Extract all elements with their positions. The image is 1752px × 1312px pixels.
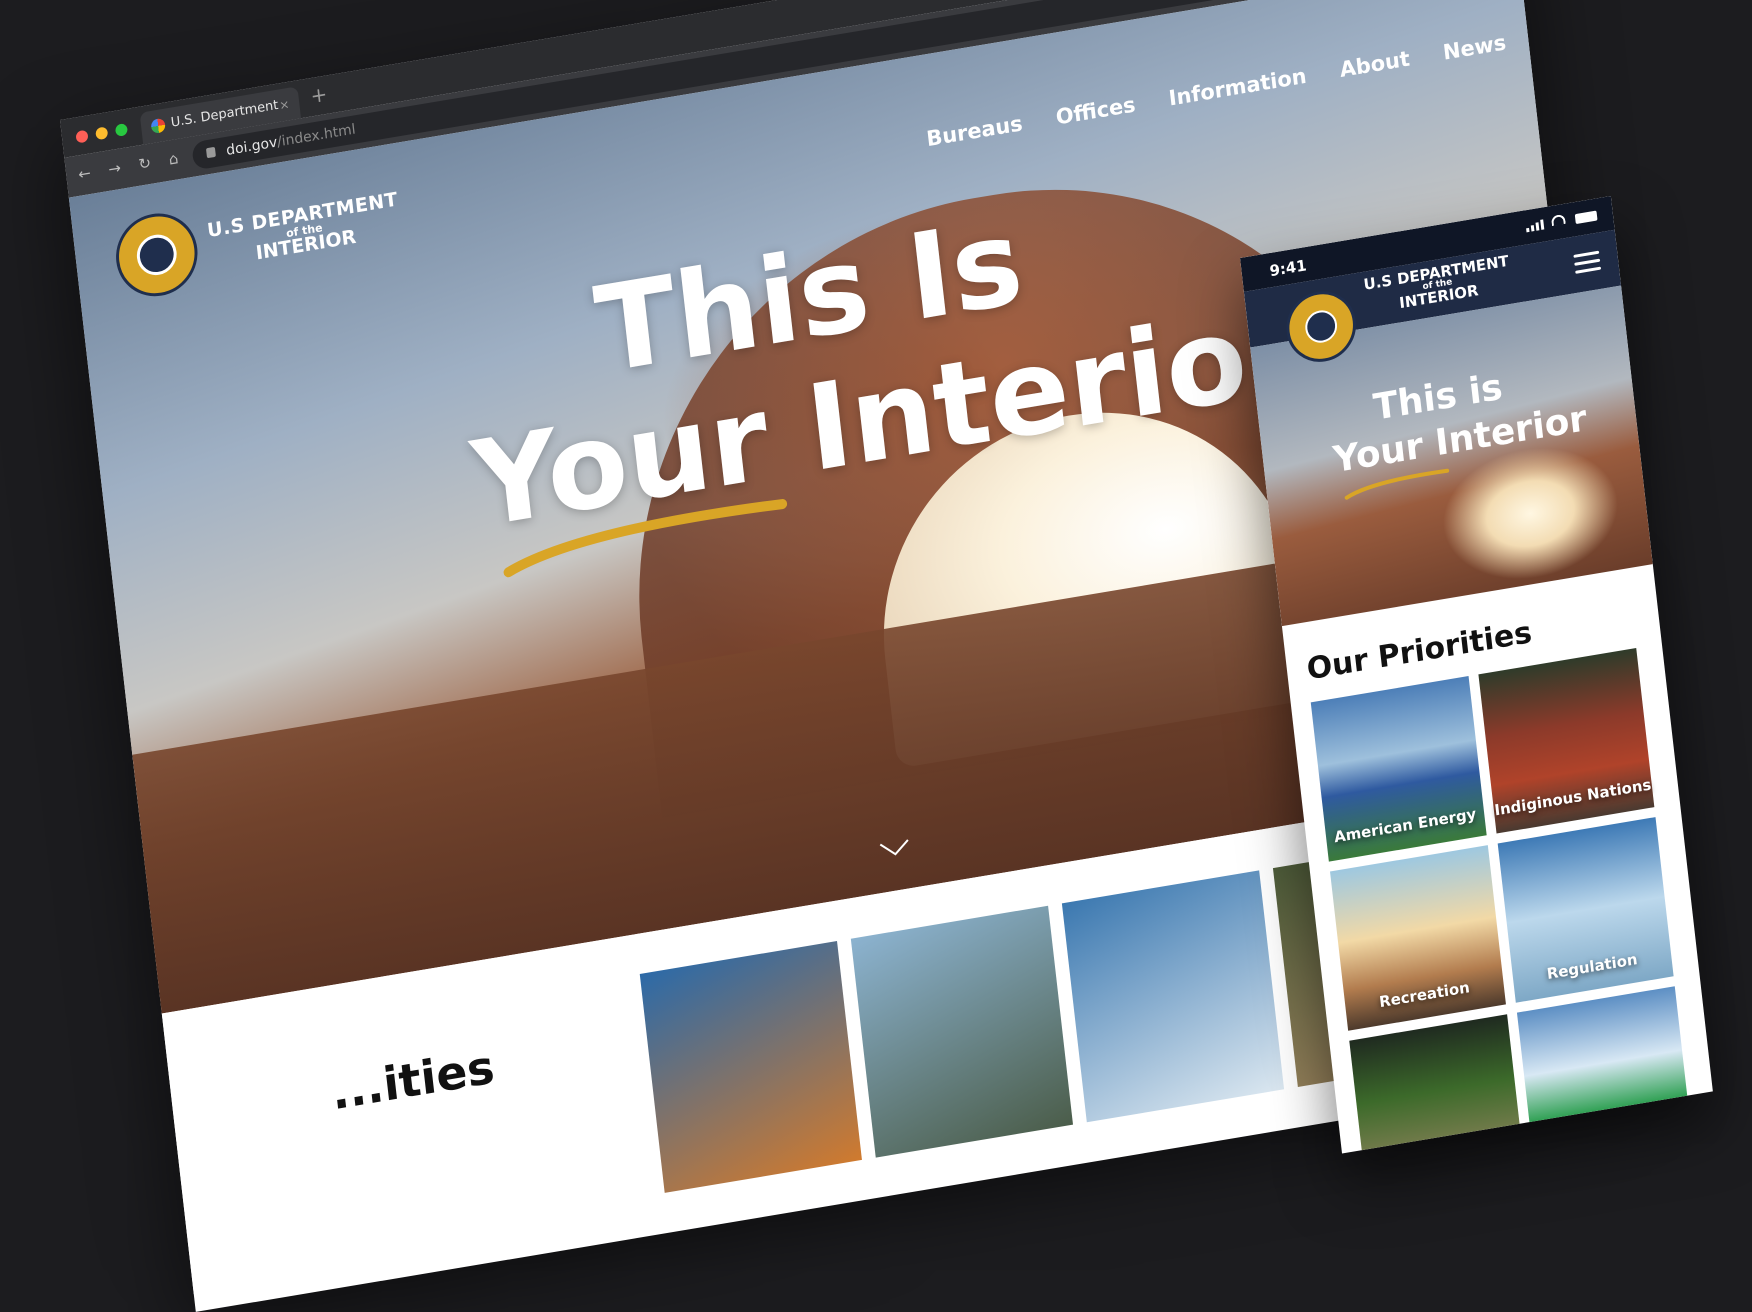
priority-card-regulation[interactable]: Regulation bbox=[1497, 817, 1674, 1003]
priority-card-workforce[interactable] bbox=[1516, 986, 1693, 1154]
google-favicon-icon bbox=[150, 117, 166, 134]
maximize-window-button[interactable] bbox=[114, 123, 129, 137]
reload-icon[interactable]: ↻ bbox=[138, 154, 152, 174]
url-host: doi.gov bbox=[225, 134, 279, 159]
logo-wordmark: U.S DEPARTMENT of the INTERIOR bbox=[206, 188, 402, 271]
priority-thumbnail[interactable] bbox=[639, 941, 862, 1193]
window-controls bbox=[75, 123, 129, 144]
nav-buttons: ← → ↻ ⌂ bbox=[77, 149, 179, 184]
nav-item-offices[interactable]: Offices bbox=[1055, 92, 1137, 129]
signal-icon bbox=[1525, 219, 1545, 233]
priority-card-american-energy[interactable]: American Energy bbox=[1310, 676, 1487, 862]
back-arrow-icon[interactable]: ← bbox=[77, 164, 91, 184]
priority-card-indiginous-nations[interactable]: Indiginous Nations bbox=[1478, 647, 1655, 834]
new-tab-button[interactable]: + bbox=[309, 82, 328, 109]
nav-item-information[interactable]: Information bbox=[1167, 64, 1307, 111]
home-icon[interactable]: ⌂ bbox=[168, 149, 179, 168]
card-label: Recreation bbox=[1378, 978, 1471, 1012]
priority-thumbnail[interactable] bbox=[850, 905, 1074, 1158]
search-icon[interactable] bbox=[1538, 25, 1559, 47]
status-time: 9:41 bbox=[1268, 256, 1308, 281]
site-logo[interactable]: U.S DEPARTMENT of the INTERIOR bbox=[111, 173, 404, 303]
tab-close-icon[interactable]: × bbox=[278, 88, 292, 121]
close-window-button[interactable] bbox=[75, 129, 89, 144]
priority-thumbnail[interactable] bbox=[1061, 870, 1285, 1123]
battery-icon bbox=[1574, 210, 1598, 225]
forward-arrow-icon[interactable]: → bbox=[107, 159, 121, 179]
url-path: /index.html bbox=[276, 121, 357, 151]
priority-card-recreation[interactable]: Recreation bbox=[1330, 845, 1506, 1031]
minimize-window-button[interactable] bbox=[95, 126, 109, 141]
nav-item-about[interactable]: About bbox=[1338, 46, 1410, 82]
doi-seal-icon bbox=[111, 207, 202, 303]
card-label: Indiginous Nations bbox=[1493, 775, 1653, 820]
main-navigation: Bureaus Offices Information About News bbox=[925, 22, 1559, 151]
priority-card-stewardship[interactable] bbox=[1349, 1014, 1526, 1154]
phone-hero-headline: This is Your Interior bbox=[1326, 353, 1589, 482]
priorities-grid: American Energy Indiginous Nations Recre… bbox=[1310, 647, 1693, 1154]
phone-hero: This is Your Interior bbox=[1250, 285, 1653, 627]
card-label: Regulation bbox=[1545, 950, 1639, 984]
section-title-partial: ...ities bbox=[328, 1039, 498, 1121]
nav-item-bureaus[interactable]: Bureaus bbox=[925, 111, 1024, 151]
lock-icon bbox=[205, 146, 216, 159]
nav-item-news[interactable]: News bbox=[1442, 30, 1508, 64]
scroll-down-chevron-icon[interactable] bbox=[875, 827, 915, 869]
wifi-icon bbox=[1550, 213, 1566, 227]
hamburger-menu-icon[interactable] bbox=[1573, 250, 1602, 279]
card-label: American Energy bbox=[1333, 804, 1478, 847]
